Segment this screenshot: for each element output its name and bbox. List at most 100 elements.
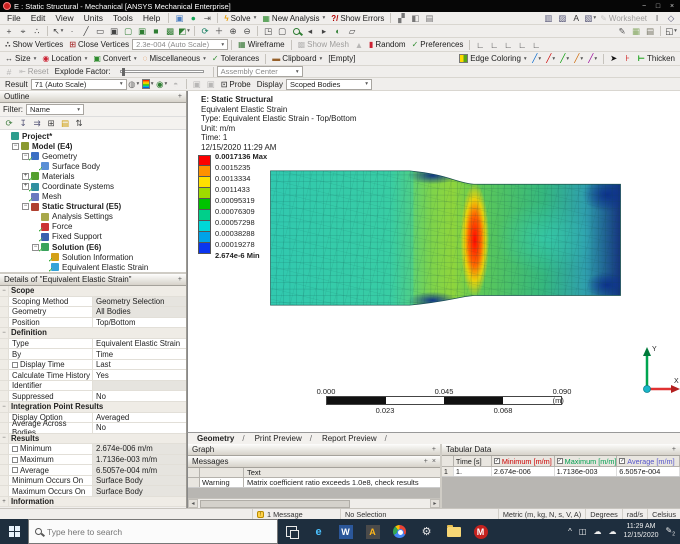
tree-item-analysis-settings[interactable]: Analysis Settings [0, 212, 186, 222]
interference-tool-icon[interactable]: ▞ [395, 12, 408, 24]
pen-icon[interactable]: ✎2 [666, 526, 675, 538]
pin-icon[interactable]: + [672, 446, 676, 453]
filter-graphics-icon[interactable]: ⇉ [31, 117, 44, 129]
chrome-icon[interactable] [386, 519, 413, 544]
mechanical-wizard-icon[interactable]: ▣ [173, 12, 186, 24]
fit-view-icon[interactable]: ▢ [276, 25, 289, 37]
previous-view-icon[interactable]: ◂ [304, 25, 317, 37]
comment-icon[interactable]: A [570, 12, 583, 24]
label-icon[interactable]: + [3, 25, 16, 37]
sort-az-icon[interactable]: ⇅ [73, 117, 86, 129]
section-expander-icon[interactable]: − [0, 286, 9, 296]
extend-selection-icon[interactable]: ◩ ▾ [178, 25, 191, 37]
onedrive-icon[interactable]: ☁ [608, 527, 616, 536]
tree-item-model-e4[interactable]: − Model (E4) [0, 141, 186, 151]
details-value[interactable]: Yes [93, 370, 186, 380]
coordinate-probe-icon[interactable]: ⌖ [17, 25, 30, 37]
box-zoom-icon[interactable]: ◳ [262, 25, 275, 37]
iso-view-icon[interactable]: ◐ [332, 25, 345, 37]
expand-all-icon[interactable]: ⊞ [45, 117, 58, 129]
checkbox[interactable] [12, 361, 18, 368]
details-value[interactable] [93, 380, 186, 391]
checkbox[interactable] [12, 467, 18, 474]
search-input[interactable] [47, 526, 247, 537]
size-button[interactable]: ↔ Size ▾ [2, 54, 39, 63]
select-face-icon[interactable]: ▭ [94, 25, 107, 37]
wireframe-button[interactable]: ▦ Wireframe [235, 40, 287, 49]
beam-orientation-2-icon[interactable]: ∟ [488, 39, 501, 51]
beam-orientation-3-icon[interactable]: ∟ [502, 39, 515, 51]
clipboard-button[interactable]: ▬ Clipboard ▾ [269, 54, 325, 63]
details-value[interactable]: Top/Bottom [93, 318, 186, 328]
details-value[interactable]: Surface Body [93, 486, 186, 496]
menu-file[interactable]: File [2, 13, 26, 23]
details-value[interactable]: 6.5057e-004 m/m [93, 465, 186, 475]
filter-tree-icon[interactable]: ↧ [17, 117, 30, 129]
annotation-pen-icon[interactable]: ✎ [616, 25, 629, 37]
checkbox[interactable] [12, 445, 18, 452]
beam-orientation-5-icon[interactable]: ∟ [530, 39, 543, 51]
select-edge-icon[interactable]: ╱ [80, 25, 93, 37]
select-cursor-icon[interactable]: ↖ ▾ [52, 25, 65, 37]
tree-item-project[interactable]: Project* [0, 131, 186, 141]
status-angle[interactable]: Degrees [586, 509, 623, 519]
section-expander-icon[interactable]: − [0, 402, 9, 412]
section-plane-icon[interactable]: ◧ [409, 12, 422, 24]
annotation-preferences-button[interactable]: ✓ Preferences [409, 40, 467, 49]
tabular-column-header[interactable]: ✓ Maximum [m/m] [555, 456, 618, 466]
details-value[interactable]: No [93, 391, 186, 401]
tabular-column-header[interactable]: ✓ Average [m/m] [617, 456, 680, 466]
solve-button[interactable]: ϟ Solve ▾ [221, 14, 259, 23]
start-button[interactable] [0, 519, 28, 544]
details-value[interactable]: 1.7136e-003 m/m [93, 454, 186, 465]
pin-icon[interactable]: + [178, 93, 182, 100]
taskbar-clock[interactable]: 11:29 AM 12/15/2020 [623, 523, 658, 540]
figure-export-icon[interactable]: ▧ ▾ [584, 12, 597, 24]
tolerances-button[interactable]: ✓ Tolerances [209, 54, 262, 63]
magnifier-icon[interactable] [290, 25, 303, 37]
message-row[interactable]: Warning Matrix coefficient ratio exceeds… [188, 478, 440, 496]
contour-model[interactable] [266, 168, 626, 308]
virtual-topology-icon[interactable]: ▤ [423, 12, 436, 24]
expand-shell-icon[interactable]: ⊦ [621, 53, 634, 65]
max-annotation-icon[interactable]: ▣ [190, 78, 203, 90]
snap-points-icon[interactable]: ∴ [31, 25, 44, 37]
maximize-button[interactable]: □ [653, 3, 663, 10]
next-view-icon[interactable]: ▸ [318, 25, 331, 37]
status-temperature[interactable]: Celsius [648, 509, 680, 519]
tray-expand-icon[interactable]: ^ [568, 527, 572, 536]
viewport-layout-icon[interactable]: ◱ ▾ [665, 25, 678, 37]
close-button[interactable]: × [667, 3, 677, 10]
edge-type-4-icon[interactable]: ╱ ▾ [572, 53, 585, 65]
solution-status-icon[interactable]: ● [187, 12, 200, 24]
convert-button[interactable]: ▣ Convert ▾ [90, 54, 139, 63]
details-value[interactable]: Averaged [93, 413, 186, 423]
printer-icon[interactable]: ▤ [644, 25, 657, 37]
show-vertices-button[interactable]: ∴ Show Vertices [2, 40, 66, 49]
select-node-icon[interactable]: ▢ [122, 25, 135, 37]
filter-dropdown[interactable]: Name ▾ [26, 104, 84, 115]
pin-icon[interactable]: + [424, 458, 428, 465]
details-value[interactable]: Time [93, 349, 186, 359]
status-messages[interactable]: ! 1 Message [253, 509, 341, 519]
refresh-outline-icon[interactable]: ⟳ [3, 117, 16, 129]
tree-item-solution-e6[interactable]: − ✓ Solution (E6) [0, 242, 186, 254]
remote-launch-icon[interactable]: ⇥ [201, 12, 214, 24]
look-at-icon[interactable]: ▱ [346, 25, 359, 37]
minimize-button[interactable]: − [639, 3, 649, 10]
tabular-time-header[interactable]: Time [s] [454, 456, 492, 466]
details-value[interactable]: Geometry Selection [93, 296, 186, 307]
scrollbar-thumb[interactable] [200, 499, 350, 508]
tree-item-solution-information[interactable]: ✓ Solution Information [0, 252, 186, 265]
word-icon[interactable]: W [332, 519, 359, 544]
assembly-center-dropdown[interactable]: Assembly Center ▾ [216, 66, 303, 77]
vertex-scale-dropdown[interactable]: 2.3e-004 (Auto Scale) ▾ [132, 39, 229, 50]
edge-type-5-icon[interactable]: ╱ ▾ [586, 53, 599, 65]
menu-edit[interactable]: Edit [26, 13, 51, 23]
edge-coloring-button[interactable]: Edge Coloring ▾ [456, 54, 529, 63]
close-vertices-button[interactable]: ⊞ Close Vertices [66, 40, 132, 49]
details-value[interactable]: 2.674e-006 m/m [93, 444, 186, 454]
tree-item-equivalent-elastic-strain[interactable]: ✓ Equivalent Elastic Strain [0, 262, 186, 272]
edge-type-1-icon[interactable]: ╱ ▾ [530, 53, 543, 65]
image-capture-icon[interactable]: ▨ [556, 12, 569, 24]
